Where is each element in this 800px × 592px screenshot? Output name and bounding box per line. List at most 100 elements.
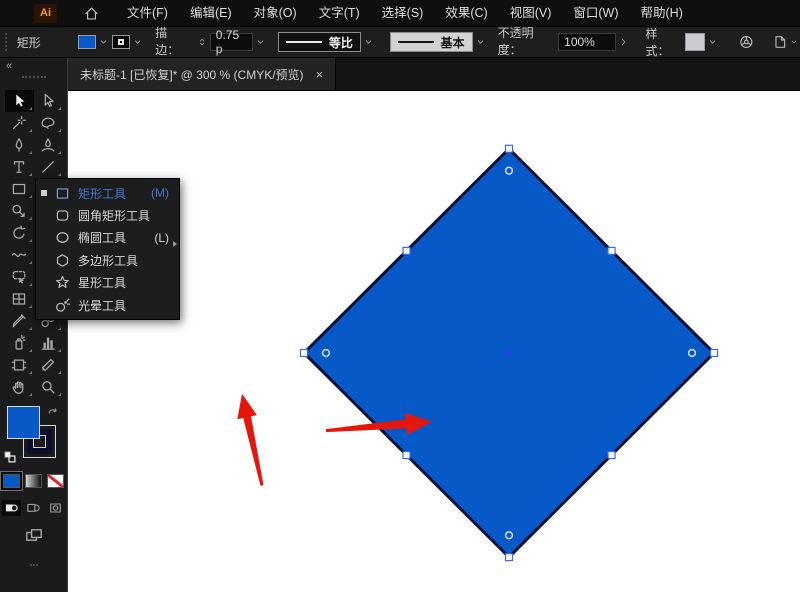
selection-handle[interactable]: [506, 554, 513, 561]
default-fill-stroke-icon[interactable]: [3, 450, 17, 464]
selection-tool[interactable]: [5, 90, 34, 112]
shape-builder-tool[interactable]: [5, 200, 34, 222]
menu-item[interactable]: 窗口(W): [562, 0, 629, 26]
chevron-down-icon[interactable]: [255, 36, 266, 48]
paint-style-buttons: [0, 474, 67, 488]
stroke-weight-field[interactable]: 0.75 p: [210, 33, 253, 51]
lasso-tool[interactable]: [34, 112, 63, 134]
edit-toolbar-icon[interactable]: [24, 560, 44, 570]
flyout-item[interactable]: 星形工具: [36, 272, 179, 294]
menu-item[interactable]: 选择(S): [371, 0, 435, 26]
selection-handle[interactable]: [301, 349, 308, 356]
screen-mode-button[interactable]: [23, 526, 45, 546]
none-button[interactable]: [47, 474, 64, 488]
color-button[interactable]: [3, 474, 20, 488]
chevron-down-icon[interactable]: [98, 36, 109, 48]
selection-handle[interactable]: [711, 349, 718, 356]
flyout-item-label: 光晕工具: [78, 297, 126, 314]
brush-select[interactable]: 基本: [390, 32, 473, 52]
brush-value: 基本: [441, 34, 465, 51]
curvature-tool[interactable]: [34, 134, 63, 156]
flyout-item-shortcut: (M): [151, 186, 169, 200]
fill-stroke-proxies: [0, 406, 67, 466]
opacity-submenu-icon[interactable]: [618, 36, 629, 48]
rectangle-tool[interactable]: [5, 178, 34, 200]
opacity-label[interactable]: 不透明度：: [498, 24, 554, 60]
collapse-panel-button[interactable]: «: [6, 60, 11, 72]
selection-handle[interactable]: [506, 145, 513, 152]
close-tab-icon[interactable]: ×: [316, 68, 324, 81]
gradient-button[interactable]: [25, 474, 42, 488]
square-icon: [54, 185, 71, 202]
pen-icon: [10, 136, 28, 154]
rotate-tool[interactable]: [5, 222, 34, 244]
flyout-item[interactable]: 多边形工具: [36, 249, 179, 271]
chevron-down-icon[interactable]: [132, 36, 143, 48]
draw-inside-icon[interactable]: [46, 500, 65, 516]
document-tab-title: 未标题-1 [已恢复]* @ 300 % (CMYK/预览): [80, 66, 304, 83]
fill-proxy[interactable]: [7, 406, 40, 439]
recolor-artwork-icon[interactable]: [738, 33, 755, 51]
width-tool[interactable]: [5, 244, 34, 266]
draw-behind-icon[interactable]: [24, 500, 43, 516]
chevron-down-icon[interactable]: [363, 36, 374, 48]
width-profile-select[interactable]: 等比: [278, 32, 361, 52]
flyout-item-label: 矩形工具: [78, 185, 126, 202]
menu-item[interactable]: 对象(O): [243, 0, 308, 26]
slice-tool[interactable]: [34, 354, 63, 376]
tearoff-icon[interactable]: [173, 241, 177, 247]
menu-item[interactable]: 视图(V): [499, 0, 563, 26]
flyout-item[interactable]: 矩形工具 (M): [36, 182, 179, 204]
stroke-weight-label[interactable]: 描边：: [155, 24, 188, 60]
home-icon[interactable]: [83, 5, 100, 22]
app-logo-icon[interactable]: Ai: [34, 4, 57, 23]
canvas[interactable]: [68, 91, 800, 592]
selection-handle[interactable]: [608, 452, 615, 459]
type-tool[interactable]: [5, 156, 34, 178]
menu-item[interactable]: 效果(C): [434, 0, 498, 26]
artboard-tool[interactable]: [5, 354, 34, 376]
flyout-item[interactable]: 光晕工具: [36, 294, 179, 316]
chevron-down-icon[interactable]: [475, 36, 486, 48]
chevron-down-icon[interactable]: [707, 36, 718, 48]
star-icon: [54, 274, 71, 291]
menu-item[interactable]: 文字(T): [308, 0, 371, 26]
flyout-item[interactable]: 椭圆工具(L): [36, 227, 179, 249]
document-tab[interactable]: 未标题-1 [已恢复]* @ 300 % (CMYK/预览) ×: [68, 58, 336, 90]
canvas-artwork: [68, 91, 800, 592]
tools-panel: «: [0, 58, 68, 592]
graph-tool[interactable]: [34, 332, 63, 354]
magic-wand-tool[interactable]: [5, 112, 34, 134]
selection-handle[interactable]: [608, 247, 615, 254]
style-swatch[interactable]: [685, 33, 706, 51]
hand-icon: [10, 378, 28, 396]
chevron-down-icon[interactable]: [790, 36, 798, 48]
menu-item[interactable]: 文件(F): [116, 0, 179, 26]
fill-color-swatch[interactable]: [78, 35, 97, 49]
symbol-sprayer-tool[interactable]: [5, 332, 34, 354]
selection-handle[interactable]: [403, 247, 410, 254]
swap-fill-stroke-icon[interactable]: [46, 406, 60, 420]
panel-grip[interactable]: [22, 76, 46, 78]
menu-item[interactable]: 编辑(E): [179, 0, 243, 26]
shape-center-point[interactable]: [506, 350, 512, 356]
stroke-weight-stepper[interactable]: [197, 34, 207, 50]
shaper-tool[interactable]: [5, 266, 34, 288]
arrange-documents-icon[interactable]: [771, 33, 788, 51]
opacity-field[interactable]: 100%: [558, 33, 616, 51]
mesh-tool[interactable]: [5, 288, 34, 310]
menu-bar: Ai 文件(F)编辑(E)对象(O)文字(T)选择(S)效果(C)视图(V)窗口…: [0, 0, 800, 26]
direct-selection-tool[interactable]: [34, 90, 63, 112]
draw-normal-icon[interactable]: [2, 500, 21, 516]
stroke-color-swatch[interactable]: [112, 35, 131, 49]
zoom-tool[interactable]: [34, 376, 63, 398]
annotation-arrow: [237, 394, 263, 486]
line-tool[interactable]: [34, 156, 63, 178]
eyedropper-tool[interactable]: [5, 310, 34, 332]
hand-tool[interactable]: [5, 376, 34, 398]
menu-item[interactable]: 帮助(H): [630, 0, 694, 26]
selection-handle[interactable]: [403, 452, 410, 459]
flyout-item-label: 星形工具: [78, 274, 126, 291]
flyout-item[interactable]: 圆角矩形工具: [36, 204, 179, 226]
pen-tool[interactable]: [5, 134, 34, 156]
